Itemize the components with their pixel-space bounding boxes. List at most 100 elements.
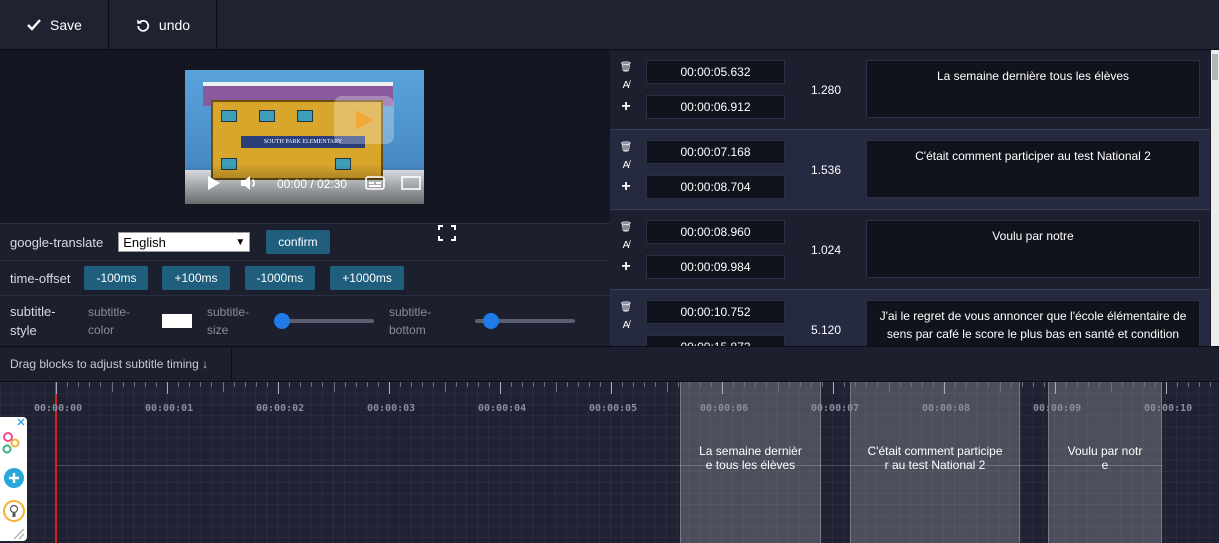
timeline-tick xyxy=(1121,382,1123,387)
subtitle-size-slider[interactable] xyxy=(274,313,374,329)
confirm-button[interactable]: confirm xyxy=(266,230,330,254)
translate-icon[interactable]: A̸ xyxy=(623,160,630,171)
gear-icon[interactable] xyxy=(2,432,20,454)
timeline-tick xyxy=(178,382,180,387)
subtitle-text-input[interactable]: C'était comment participer au test Natio… xyxy=(866,140,1200,198)
volume-icon[interactable] xyxy=(240,176,258,190)
timeline-tick xyxy=(888,382,890,392)
timeline-tick xyxy=(944,382,945,394)
timeline-tick xyxy=(1099,382,1101,387)
slider-knob[interactable] xyxy=(483,313,499,329)
timeline-tick xyxy=(710,382,712,387)
timeline-tick xyxy=(966,382,968,387)
end-time-input[interactable]: 00:00:08.704 xyxy=(646,175,785,199)
trash-icon[interactable]: 🗑 xyxy=(620,142,633,153)
offset-plus-100-button[interactable]: +100ms xyxy=(162,266,230,290)
timeline-tick xyxy=(899,382,901,387)
timeline-tick xyxy=(1154,382,1156,387)
chevron-down-icon: ▼ xyxy=(235,236,246,248)
slider-knob[interactable] xyxy=(274,313,290,329)
subtitle-bottom-slider[interactable] xyxy=(475,313,575,329)
timeline-tick xyxy=(988,382,990,387)
subtitle-text-input[interactable]: J'ai le regret de vous annoncer que l'éc… xyxy=(866,300,1200,346)
undo-button[interactable]: undo xyxy=(109,0,218,50)
close-icon[interactable] xyxy=(17,418,25,426)
timeline[interactable]: La semaine dernière tous les élèves C'ét… xyxy=(0,381,1219,543)
plus-icon[interactable]: + xyxy=(621,178,630,196)
timeline-tick xyxy=(1043,382,1045,387)
timeline-label: 00:00:01 xyxy=(145,403,194,414)
captions-icon[interactable] xyxy=(365,176,385,190)
subtitle-item[interactable]: 🗑 A̸ + 00:00:08.960 00:00:09.984 1.024 V… xyxy=(610,210,1210,290)
timeline-label: 00:00:00 xyxy=(34,403,83,414)
scrollbar-thumb[interactable] xyxy=(1212,54,1218,80)
timeline-tick xyxy=(111,382,113,392)
timeline-tick xyxy=(633,382,635,387)
subtitle-text-input[interactable]: Voulu par notre xyxy=(866,220,1200,278)
timeline-tick xyxy=(455,382,457,387)
subtitle-bottom-label: subtitle-bottom xyxy=(389,305,432,337)
timeline-tick xyxy=(533,382,535,387)
item-actions: 🗑 A̸ + xyxy=(619,62,633,116)
timeline-tick xyxy=(699,382,701,387)
language-select[interactable]: English ▼ xyxy=(118,232,251,252)
bulb-icon[interactable] xyxy=(3,500,25,522)
translate-icon[interactable]: A̸ xyxy=(623,80,630,91)
plus-icon[interactable]: + xyxy=(621,258,630,276)
trash-icon[interactable]: 🗑 xyxy=(620,222,633,233)
timeline-tick xyxy=(122,382,124,387)
trash-icon[interactable]: 🗑 xyxy=(620,62,633,73)
timeline-tick xyxy=(821,382,823,387)
save-button[interactable]: Save xyxy=(0,0,109,50)
theater-mode-icon[interactable] xyxy=(401,176,421,190)
time-offset-label: time-offset xyxy=(10,270,71,286)
play-icon[interactable] xyxy=(207,175,221,191)
start-time-input[interactable]: 00:00:07.168 xyxy=(646,140,785,164)
offset-minus-1000-button[interactable]: -1000ms xyxy=(244,266,316,290)
big-play-button[interactable] xyxy=(334,96,394,144)
video-player[interactable]: SOUTH PARK ELEMENTARY 00:00 / 02:30 xyxy=(185,70,424,204)
timeline-tick xyxy=(189,382,191,387)
timeline-tick xyxy=(744,382,746,387)
end-time-input[interactable]: 00:00:06.912 xyxy=(646,95,785,119)
end-time-input[interactable]: 00:00:15.872 xyxy=(646,335,785,346)
subtitle-item[interactable]: 🗑 A̸ 00:00:10.752 00:00:15.872 5.120 J'a… xyxy=(610,290,1210,346)
timeline-tick xyxy=(400,382,402,387)
end-time-input[interactable]: 00:00:09.984 xyxy=(646,255,785,279)
offset-minus-100-button[interactable]: -100ms xyxy=(84,266,149,290)
timeline-tick xyxy=(333,382,335,392)
timeline-tick xyxy=(255,382,257,387)
plus-icon[interactable]: + xyxy=(621,98,630,116)
timeline-tick xyxy=(877,382,879,387)
duration: 1.280 xyxy=(811,83,842,97)
subtitle-item[interactable]: 🗑 A̸ + 00:00:07.168 00:00:08.704 1.536 C… xyxy=(610,130,1210,210)
video-window xyxy=(297,110,313,122)
item-actions: 🗑 A̸ xyxy=(619,302,633,331)
language-value: English xyxy=(123,234,166,250)
timeline-tick xyxy=(278,382,279,394)
add-icon[interactable] xyxy=(4,468,24,488)
subtitle-color-swatch[interactable] xyxy=(162,314,192,328)
subtitle-text-input[interactable]: La semaine dernière tous les élèves xyxy=(866,60,1200,118)
video-window xyxy=(221,110,237,122)
timeline-tick xyxy=(344,382,346,387)
start-time-input[interactable]: 00:00:10.752 xyxy=(646,300,785,324)
video-window xyxy=(259,110,275,122)
timeline-tick xyxy=(155,382,157,387)
trash-icon[interactable]: 🗑 xyxy=(620,302,633,313)
timeline-tick xyxy=(555,382,557,392)
timeline-label: 00:00:06 xyxy=(700,403,749,414)
timeline-tick xyxy=(921,382,923,387)
timeline-tick xyxy=(56,382,57,394)
subtitle-item[interactable]: 🗑 A̸ + 00:00:05.632 00:00:06.912 1.280 L… xyxy=(610,50,1210,130)
resize-handle-icon[interactable] xyxy=(13,528,25,540)
start-time-input[interactable]: 00:00:08.960 xyxy=(646,220,785,244)
timeline-tick xyxy=(910,382,912,387)
timeline-tick xyxy=(722,382,723,394)
start-time-input[interactable]: 00:00:05.632 xyxy=(646,60,785,84)
offset-plus-1000-button[interactable]: +1000ms xyxy=(330,266,404,290)
subtitle-list-scrollbar[interactable] xyxy=(1211,50,1219,346)
translate-icon[interactable]: A̸ xyxy=(623,320,630,331)
timeline-tick xyxy=(522,382,524,387)
translate-icon[interactable]: A̸ xyxy=(623,240,630,251)
